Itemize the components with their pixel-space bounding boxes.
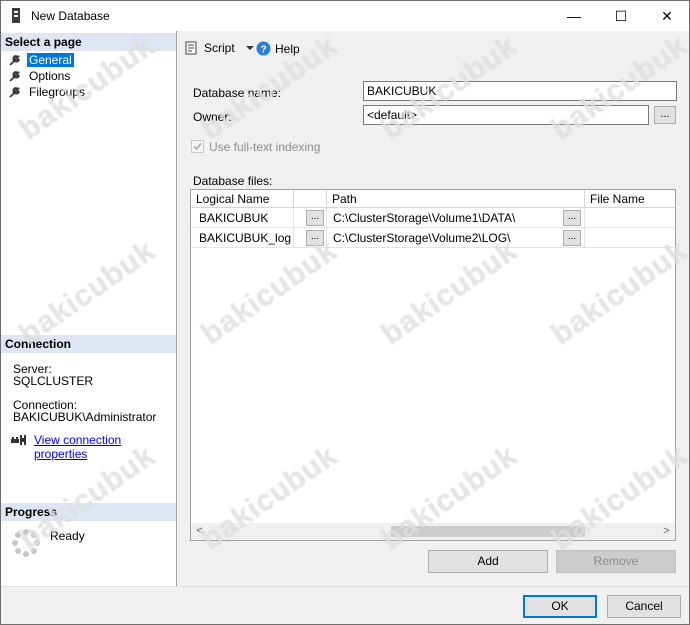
page-options-label: Options xyxy=(29,68,71,83)
file-name-cell[interactable] xyxy=(585,228,675,248)
scroll-left-arrow-icon[interactable]: < xyxy=(191,523,208,540)
server-value: SQLCLUSTER xyxy=(13,374,94,388)
page-filegroups-label: Filegroups xyxy=(29,84,86,99)
page-general-label: General xyxy=(27,52,74,67)
help-button[interactable]: ? Help xyxy=(256,41,300,56)
table-row[interactable]: BAKICUBUK_log ... C:\ClusterStorage\Volu… xyxy=(191,228,675,248)
remove-button[interactable]: Remove xyxy=(556,550,676,573)
close-button[interactable]: ✕ xyxy=(644,1,690,31)
page-options[interactable]: Options xyxy=(9,68,72,83)
toolbar: Script ? Help xyxy=(178,31,689,63)
select-page-header: Select a page xyxy=(1,33,176,51)
script-icon xyxy=(185,41,197,55)
owner-browse-button[interactable]: ... xyxy=(654,106,676,124)
page-filegroups[interactable]: Filegroups xyxy=(9,84,87,99)
checkmark-icon xyxy=(193,143,202,151)
file-name-cell[interactable] xyxy=(585,208,675,228)
logical-name-button-cell: ... xyxy=(294,208,327,228)
maximize-icon: ☐ xyxy=(614,7,628,24)
cancel-button[interactable]: Cancel xyxy=(607,595,681,618)
close-icon: ✕ xyxy=(661,7,673,24)
table-row[interactable]: BAKICUBUK ... C:\ClusterStorage\Volume1\… xyxy=(191,208,675,228)
connection-header: Connection xyxy=(1,335,176,353)
add-button[interactable]: Add xyxy=(428,550,548,573)
database-name-label: Database name: xyxy=(193,86,282,100)
owner-label: Owner: xyxy=(193,110,232,124)
column-header-file-name[interactable]: File Name xyxy=(585,190,675,208)
wrench-icon xyxy=(9,70,20,82)
help-icon: ? xyxy=(256,41,271,56)
database-name-input[interactable]: BAKICUBUK xyxy=(363,81,677,101)
svg-text:?: ? xyxy=(260,45,266,56)
logical-name-cell[interactable]: BAKICUBUK xyxy=(191,208,294,228)
page-general[interactable]: General xyxy=(9,52,74,67)
database-files-label: Database files: xyxy=(193,174,273,188)
chevron-down-icon[interactable] xyxy=(245,43,255,53)
path-value: C:\ClusterStorage\Volume1\DATA\ xyxy=(333,211,516,225)
ok-button[interactable]: OK xyxy=(523,595,597,618)
logical-name-cell[interactable]: BAKICUBUK_log xyxy=(191,228,294,248)
connection-plug-icon xyxy=(11,435,26,445)
fulltext-checkbox[interactable] xyxy=(191,140,204,153)
grid-header: Logical Name Path File Name xyxy=(191,190,675,208)
minimize-icon: — xyxy=(567,8,581,24)
path-cell[interactable]: C:\ClusterStorage\Volume2\LOG\ ... xyxy=(327,228,585,248)
help-label: Help xyxy=(275,41,300,56)
path-cell[interactable]: C:\ClusterStorage\Volume1\DATA\ ... xyxy=(327,208,585,228)
wrench-icon xyxy=(9,86,20,98)
owner-input[interactable]: <default> xyxy=(363,105,649,125)
progress-header: Progress xyxy=(1,503,176,521)
column-header-logical-name[interactable]: Logical Name xyxy=(191,190,294,208)
path-browse-button[interactable]: ... xyxy=(563,210,581,226)
logical-name-browse-button[interactable]: ... xyxy=(306,230,324,246)
left-pane: Select a page General Options Filegroups… xyxy=(1,31,177,586)
view-connection-properties-link[interactable]: View connection properties xyxy=(34,433,176,461)
new-database-dialog: New Database — ☐ ✕ Select a page General… xyxy=(0,0,690,625)
column-header-blank[interactable] xyxy=(294,190,327,208)
horizontal-scrollbar[interactable]: < > xyxy=(191,523,675,540)
maximize-button[interactable]: ☐ xyxy=(598,1,644,31)
progress-status: Ready xyxy=(50,529,85,543)
scrollbar-thumb[interactable] xyxy=(391,526,585,537)
scroll-right-arrow-icon[interactable]: > xyxy=(658,523,675,540)
connection-value: BAKICUBUK\Administrator xyxy=(13,410,157,424)
database-files-grid: Logical Name Path File Name BAKICUBUK ..… xyxy=(190,189,676,541)
column-header-path[interactable]: Path xyxy=(327,190,585,208)
window-title: New Database xyxy=(31,9,110,23)
script-label: Script xyxy=(204,41,235,55)
fulltext-label: Use full-text indexing xyxy=(209,140,321,154)
path-value: C:\ClusterStorage\Volume2\LOG\ xyxy=(333,231,511,245)
minimize-button[interactable]: — xyxy=(551,1,597,31)
progress-spinner-icon xyxy=(12,529,40,557)
logical-name-browse-button[interactable]: ... xyxy=(306,210,324,226)
app-icon xyxy=(12,8,20,23)
title-bar: New Database — ☐ ✕ xyxy=(1,1,689,31)
logical-name-button-cell: ... xyxy=(294,228,327,248)
script-button[interactable]: Script xyxy=(185,41,255,55)
path-browse-button[interactable]: ... xyxy=(563,230,581,246)
wrench-icon xyxy=(9,54,20,66)
